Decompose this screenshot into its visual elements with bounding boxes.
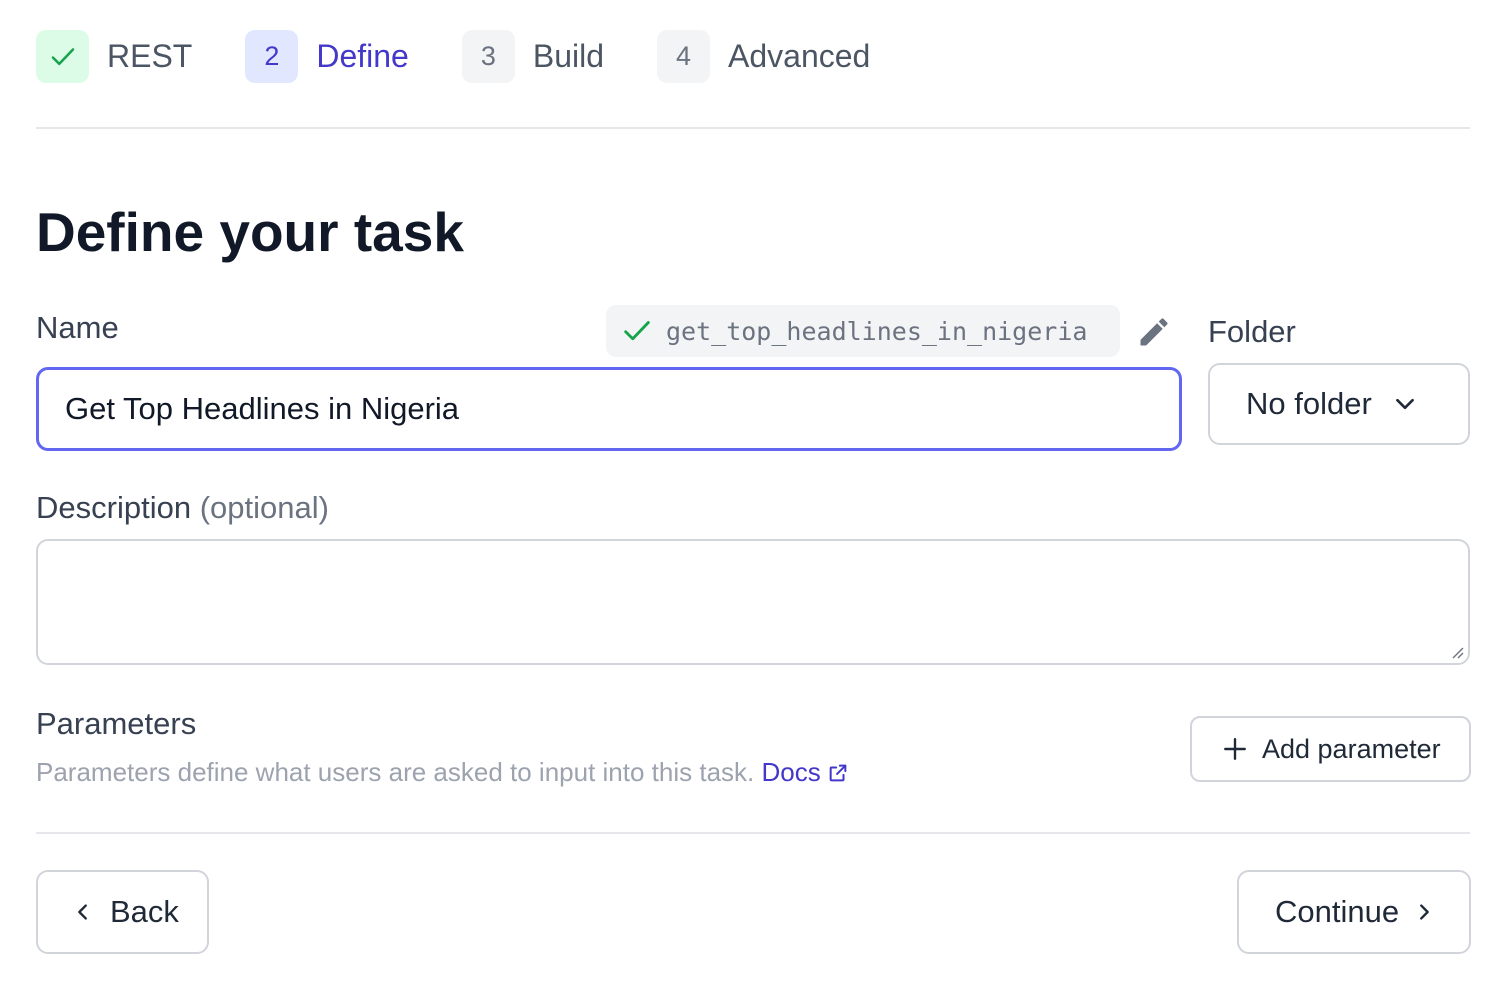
pencil-icon: [1140, 318, 1168, 346]
step-advanced[interactable]: 4 Advanced: [657, 30, 870, 83]
description-input[interactable]: [36, 539, 1470, 665]
task-name-input[interactable]: [36, 367, 1182, 451]
footer-divider: [36, 832, 1470, 834]
step-label: REST: [107, 38, 193, 74]
description-label: Description (optional): [36, 490, 329, 526]
step-number-badge: 2: [245, 30, 299, 83]
edit-slug-button[interactable]: [1136, 314, 1172, 350]
page-title: Define your task: [36, 201, 464, 263]
step-complete-badge: [36, 30, 89, 83]
folder-select[interactable]: No folder: [1208, 363, 1470, 445]
step-label: Build: [532, 38, 604, 74]
chevron-right-icon: [1420, 904, 1429, 920]
slug-chip: get_top_headlines_in_nigeria: [606, 305, 1120, 357]
continue-button[interactable]: Continue: [1237, 870, 1471, 954]
folder-value: No folder: [1246, 386, 1372, 421]
folder-label: Folder: [1208, 314, 1296, 349]
resize-handle-icon[interactable]: [1450, 645, 1464, 659]
check-icon: [51, 47, 74, 65]
wizard-stepper: REST 2 Define 3 Build 4 Advanced: [36, 30, 923, 83]
docs-link-label: Docs: [761, 757, 821, 787]
chevron-down-icon: [1392, 391, 1418, 417]
step-number-badge: 4: [657, 30, 710, 83]
external-link-icon: [829, 764, 847, 781]
step-build[interactable]: 3 Build: [461, 30, 604, 83]
name-label: Name: [36, 310, 119, 345]
slug-text: get_top_headlines_in_nigeria: [666, 316, 1088, 346]
optional-hint: (optional): [199, 490, 329, 525]
step-rest[interactable]: REST: [36, 30, 192, 83]
check-icon: [624, 321, 650, 341]
step-label: Define: [316, 38, 409, 74]
plus-icon: [1224, 738, 1246, 760]
header-divider: [36, 127, 1470, 129]
description-label-text: Description: [36, 490, 192, 525]
step-define[interactable]: 2 Define: [245, 30, 409, 83]
back-label: Back: [110, 894, 179, 929]
task-wizard-page: REST 2 Define 3 Build 4 Advanced Define …: [0, 0, 1506, 998]
parameters-help-text: Parameters define what users are asked t…: [36, 757, 849, 788]
chevron-left-icon: [78, 904, 87, 920]
add-parameter-label: Add parameter: [1262, 733, 1441, 764]
continue-label: Continue: [1275, 894, 1400, 929]
add-parameter-button[interactable]: Add parameter: [1190, 716, 1471, 782]
parameters-help-sentence: Parameters define what users are asked t…: [36, 757, 755, 787]
step-label: Advanced: [728, 38, 871, 74]
step-number-badge: 3: [461, 30, 515, 83]
docs-link[interactable]: Docs: [762, 757, 849, 788]
back-button[interactable]: Back: [36, 870, 209, 954]
parameters-title: Parameters: [36, 706, 197, 741]
